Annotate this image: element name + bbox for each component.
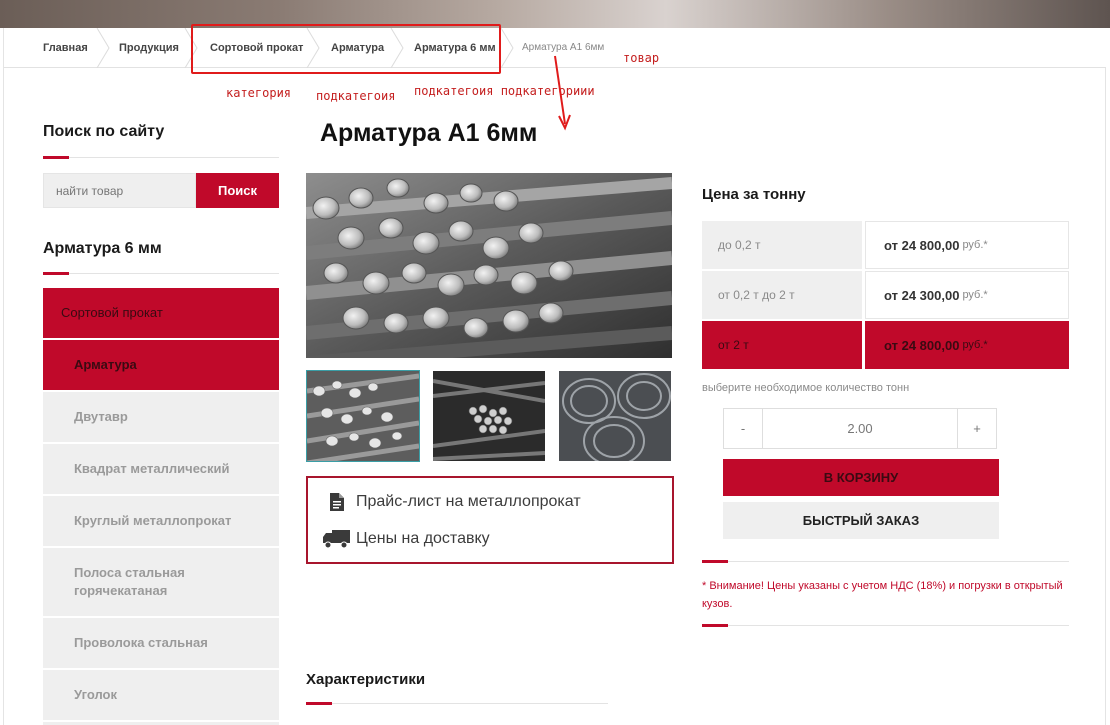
breadcrumb-products[interactable]: Продукция [119, 28, 179, 68]
vat-notice: * Внимание! Цены указаны с учетом НДС (1… [702, 580, 1063, 610]
price-value: от 24 300,00 [884, 287, 960, 303]
price-list-link-label: Прайс-лист на металлопрокат [356, 493, 581, 510]
search-input[interactable] [43, 173, 196, 208]
annotation-subcategory-label: подкатегоия [316, 89, 396, 103]
sidebar-item-kvadrat[interactable]: Квадрат металлический [43, 444, 279, 494]
quick-order-button[interactable]: БЫСТРЫЙ ЗАКАЗ [723, 502, 999, 539]
price-unit: руб.* [962, 289, 988, 301]
sidebar-item-armatura[interactable]: Арматура [43, 340, 279, 390]
price-unit: руб.* [962, 239, 988, 251]
note-bottom-divider [702, 624, 1069, 627]
quantity-increment-button[interactable]: + [957, 408, 997, 449]
annotation-arrow-icon [554, 55, 571, 131]
annotation-product-label: товар [623, 51, 660, 65]
header-banner-image [0, 0, 1110, 28]
price-value-cell: от 24 300,00 руб.* [865, 271, 1069, 319]
product-main-image[interactable] [306, 173, 672, 358]
price-heading: Цена за тонну [702, 186, 806, 203]
document-icon [322, 491, 352, 513]
quantity-label: выберите необходимое количество тонн [702, 382, 910, 394]
category-heading: Арматура 6 мм [43, 240, 162, 257]
delivery-prices-link[interactable]: Цены на доставку [322, 527, 490, 551]
breadcrumb-separator-icon [96, 28, 110, 68]
sidebar-item-polosa[interactable]: Полоса стальная горячекатаная [43, 548, 279, 616]
breadcrumb-home[interactable]: Главная [43, 28, 88, 68]
delivery-prices-link-label: Цены на доставку [356, 530, 490, 547]
annotation-highlight-box [191, 24, 501, 74]
search-button[interactable]: Поиск [196, 173, 279, 208]
price-value-cell-highlighted: от 24 800,00 руб.* [865, 321, 1069, 369]
characteristics-divider [306, 702, 608, 705]
product-title: Арматура А1 6мм [320, 119, 538, 147]
sidebar-item-ugolok[interactable]: Уголок [43, 670, 279, 720]
quantity-input[interactable] [763, 408, 957, 449]
sidebar-item-provoloka[interactable]: Проволока стальная [43, 618, 279, 668]
sidebar-item-krugly[interactable]: Круглый металлопрокат [43, 496, 279, 546]
product-thumbnail-2[interactable] [433, 371, 545, 461]
search-heading-divider [43, 156, 279, 159]
annotation-category-label: категория [226, 86, 292, 100]
quantity-decrement-button[interactable]: - [723, 408, 763, 449]
product-thumbnail-1[interactable] [306, 370, 420, 462]
search-heading: Поиск по сайту [43, 123, 165, 140]
price-value: от 24 800,00 [884, 237, 960, 253]
price-unit: руб.* [962, 339, 988, 351]
sidebar-item-parent-category[interactable]: Сортовой прокат [43, 288, 279, 338]
price-value-cell: от 24 800,00 руб.* [865, 221, 1069, 269]
price-list-link[interactable]: Прайс-лист на металлопрокат [322, 490, 581, 514]
add-to-cart-button[interactable]: В КОРЗИНУ [723, 459, 999, 496]
price-range-cell-highlighted: от 2 т [702, 321, 862, 369]
category-heading-divider [43, 272, 279, 275]
breadcrumb-separator-icon [500, 28, 514, 68]
truck-icon [322, 528, 352, 550]
price-value: от 24 800,00 [884, 337, 960, 353]
characteristics-heading: Характеристики [306, 671, 426, 688]
sidebar-item-dvutavr[interactable]: Двутавр [43, 392, 279, 442]
product-thumbnail-3[interactable] [559, 371, 671, 461]
price-range-cell: от 0,2 т до 2 т [702, 271, 862, 319]
price-range-cell: до 0,2 т [702, 221, 862, 269]
note-top-divider [702, 560, 1069, 563]
product-links-box: Прайс-лист на металлопрокат Цены на дост… [306, 476, 674, 564]
